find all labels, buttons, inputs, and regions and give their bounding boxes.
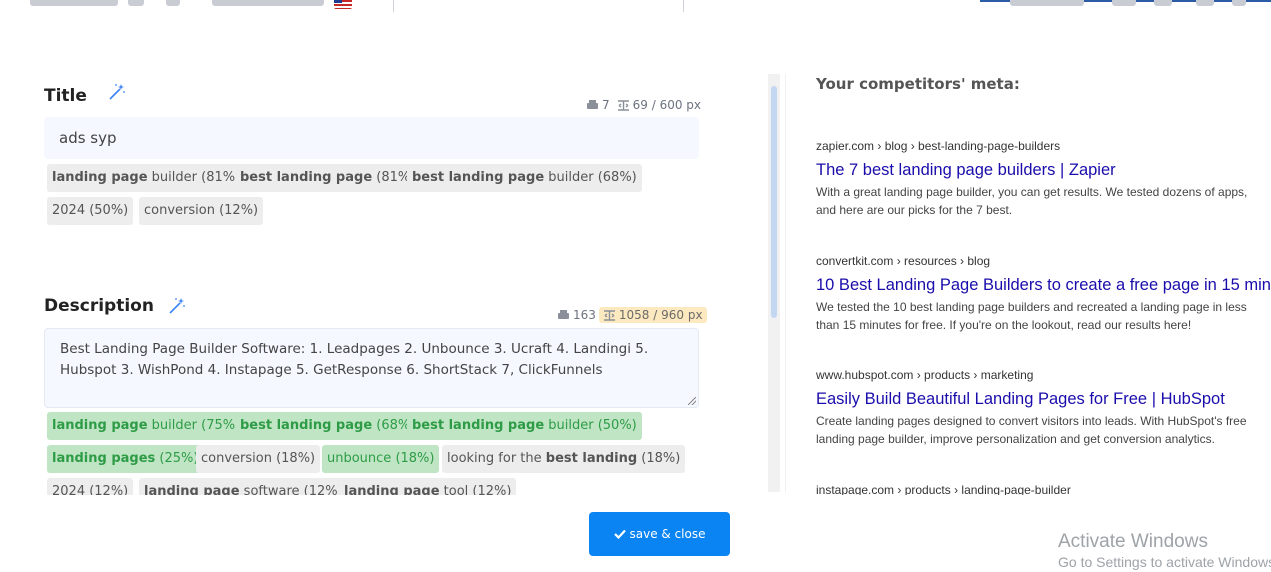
title-word-count: 7 bbox=[602, 98, 610, 112]
description-keyword-chip[interactable]: looking for the best landing (18%) bbox=[442, 445, 686, 473]
windows-activation-watermark: Activate Windows Go to Settings to activ… bbox=[1058, 531, 1271, 570]
title-heading: Title bbox=[44, 86, 87, 106]
description-keyword-chip[interactable]: landing pages (25%) bbox=[47, 445, 204, 473]
title-keyword-chip[interactable]: best landing page (81%) bbox=[235, 164, 421, 192]
title-keyword-chip[interactable]: 2024 (50%) bbox=[47, 197, 134, 225]
competitor-result: zapier.com › blog › best-landing-page-bu… bbox=[816, 139, 1266, 219]
magic-wand-icon[interactable] bbox=[168, 297, 186, 315]
competitors-heading: Your competitors' meta: bbox=[816, 75, 1020, 93]
magic-wand-icon[interactable] bbox=[108, 83, 126, 101]
competitor-result: instapage.com › products › landing-page-… bbox=[816, 483, 1266, 495]
editor-scrollbar-thumb[interactable] bbox=[771, 86, 777, 318]
result-snippet: We tested the 10 best landing page build… bbox=[816, 300, 1247, 332]
save-close-label: save & close bbox=[629, 527, 706, 541]
resize-handle[interactable] bbox=[688, 397, 696, 405]
title-keyword-chip[interactable]: conversion (12%) bbox=[139, 197, 264, 225]
result-snippet: Create landing pages designed to convert… bbox=[816, 414, 1247, 446]
competitor-result: convertkit.com › resources › blog 10 Bes… bbox=[816, 254, 1271, 334]
watermark-title: Activate Windows bbox=[1058, 531, 1208, 552]
description-keyword-chip[interactable]: unbounce (18%) bbox=[322, 445, 440, 473]
description-keyword-chip[interactable]: best landing page (68%) bbox=[235, 412, 421, 440]
panel-divider bbox=[785, 74, 786, 492]
result-snippet: With a great landing page builder, you c… bbox=[816, 185, 1248, 217]
description-text: Best Landing Page Builder Software: 1. L… bbox=[60, 341, 649, 378]
words-icon bbox=[587, 100, 598, 109]
description-word-count: 163 bbox=[573, 308, 596, 322]
description-keyword-chip[interactable]: conversion (18%) bbox=[196, 445, 321, 473]
title-input[interactable]: ads syp bbox=[44, 117, 699, 159]
result-url: www.hubspot.com › products › marketing bbox=[816, 368, 1034, 382]
title-counter: 7 69 / 600 px bbox=[586, 98, 701, 112]
result-url: convertkit.com › resources › blog bbox=[816, 254, 991, 268]
width-icon bbox=[617, 100, 629, 111]
result-url: instapage.com › products › landing-page-… bbox=[816, 483, 1071, 495]
title-keyword-chip[interactable]: landing page builder (81%) bbox=[47, 164, 246, 192]
result-title[interactable]: Easily Build Beautiful Landing Pages for… bbox=[816, 390, 1266, 409]
description-heading: Description bbox=[44, 296, 154, 316]
result-title[interactable]: 10 Best Landing Page Builders to create … bbox=[816, 276, 1271, 295]
check-icon bbox=[613, 529, 626, 539]
description-keyword-chip[interactable]: landing page software (12%) bbox=[139, 478, 348, 495]
watermark-subtitle: Go to Settings to activate Windows. bbox=[1058, 554, 1271, 570]
description-keyword-chip[interactable]: landing page builder (75%) bbox=[47, 412, 246, 440]
description-keyword-chip[interactable]: 2024 (12%) bbox=[47, 478, 134, 495]
description-pixel-warning: 1058 / 960 px bbox=[598, 307, 707, 323]
description-pixel-width: 1058 / 960 px bbox=[618, 308, 703, 322]
title-keyword-chip[interactable]: best landing page builder (68%) bbox=[407, 164, 642, 192]
words-icon bbox=[558, 310, 569, 319]
save-close-button[interactable]: save & close bbox=[589, 512, 730, 556]
title-pixel-width: 69 / 600 px bbox=[632, 98, 702, 112]
description-keyword-chip[interactable]: best landing page builder (50%) bbox=[407, 412, 642, 440]
result-title[interactable]: The 7 best landing page builders | Zapie… bbox=[816, 161, 1266, 180]
competitors-panel: Your competitors' meta: zapier.com › blo… bbox=[816, 0, 1271, 495]
meta-editor: Title 7 69 / 600 px ads syp landing page… bbox=[0, 0, 760, 495]
description-counter: 163 1058 / 960 px bbox=[557, 307, 707, 323]
description-textarea[interactable]: Best Landing Page Builder Software: 1. L… bbox=[44, 328, 699, 408]
width-icon bbox=[603, 310, 615, 321]
description-keyword-chip[interactable]: landing page tool (12%) bbox=[339, 478, 517, 495]
competitor-result: www.hubspot.com › products › marketing E… bbox=[816, 368, 1266, 448]
result-url: zapier.com › blog › best-landing-page-bu… bbox=[816, 139, 1061, 153]
